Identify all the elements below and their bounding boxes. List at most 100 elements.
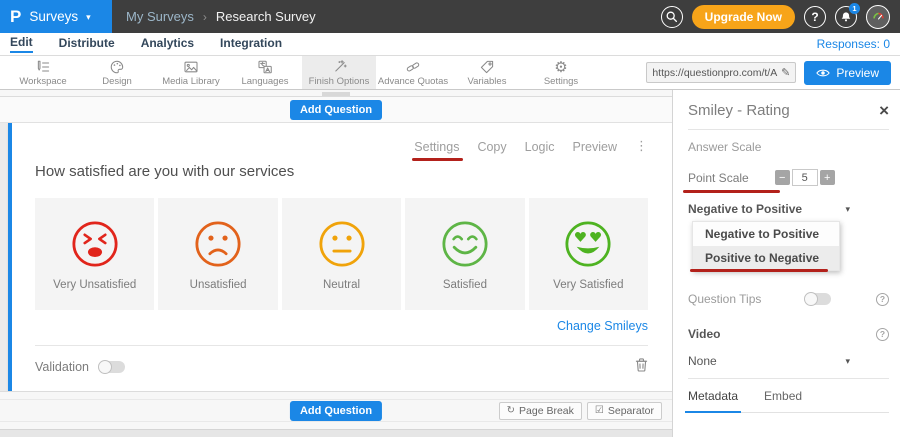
smiley-label: Satisfied (443, 279, 487, 291)
preview-button[interactable]: Preview (804, 61, 891, 85)
question-tab-copy[interactable]: Copy (477, 140, 506, 154)
red-annotation-option (690, 269, 828, 272)
add-question-button-bottom[interactable]: Add Question (290, 401, 382, 421)
notifications-button[interactable]: 1 (835, 6, 857, 28)
editor-toolbar: Workspace Design Media Library Languages… (0, 56, 900, 90)
gauge-icon (871, 9, 886, 24)
product-name: Surveys (29, 9, 78, 24)
smiley-option-unsatisfied[interactable]: Unsatisfied (158, 198, 277, 310)
question-panel: Settings Copy Logic Preview ⋮ How satisf… (8, 123, 672, 391)
divider (688, 378, 889, 379)
breadcrumb-my-surveys[interactable]: My Surveys (126, 9, 194, 24)
tag-icon (479, 59, 495, 75)
separator-button[interactable]: ☑Separator (587, 402, 662, 420)
question-tab-logic[interactable]: Logic (525, 140, 555, 154)
toolbar-label: Advance Quotas (378, 76, 448, 87)
responses-count[interactable]: Responses: 0 (817, 37, 890, 51)
point-scale-row: Point Scale − 5 + (688, 169, 889, 186)
toolbar-label: Media Library (162, 76, 220, 87)
nav-tab-distribute[interactable]: Distribute (59, 36, 115, 52)
smiley-label: Neutral (323, 279, 360, 291)
smiley-option-very-unsatisfied[interactable]: Very Unsatisfied (35, 198, 154, 310)
chevron-down-icon: ▾ (845, 356, 850, 367)
toolbar-workspace[interactable]: Workspace (6, 56, 80, 89)
point-scale-value[interactable]: 5 (792, 169, 818, 186)
toolbar-finish-options[interactable]: Finish Options (302, 56, 376, 89)
nav-tab-analytics[interactable]: Analytics (141, 36, 194, 52)
toolbar-label: Design (102, 76, 132, 87)
chevron-down-icon: ▾ (86, 12, 91, 23)
option-positive-to-negative[interactable]: Positive to Negative (693, 246, 839, 270)
tab-label: Copy (477, 140, 506, 154)
answer-scale-label: Answer Scale (688, 140, 889, 154)
scale-direction-select[interactable]: Negative to Positive ▾ (688, 202, 850, 216)
sidebar-tab-bar: Metadata Embed (688, 389, 889, 413)
toolbar-label: Workspace (19, 76, 66, 87)
product-switcher[interactable]: P Surveys ▾ (0, 0, 112, 33)
edit-url-icon[interactable]: ✎ (781, 66, 790, 79)
toolbar-settings[interactable]: ⚙ Settings (524, 56, 598, 89)
toolbar-design[interactable]: Design (80, 56, 154, 89)
delete-question-button[interactable] (635, 357, 648, 377)
smiley-option-very-satisfied[interactable]: Very Satisfied (529, 198, 648, 310)
question-tips-help-icon[interactable]: ? (876, 293, 889, 306)
magic-wand-icon (331, 59, 347, 75)
tab-label: Preview (573, 140, 617, 154)
question-settings-sidebar: Smiley - Rating × Answer Scale Point Sca… (672, 90, 900, 437)
decrement-button[interactable]: − (775, 170, 790, 185)
add-question-button-top[interactable]: Add Question (290, 100, 382, 120)
survey-url-box: ✎ (646, 62, 796, 83)
toolbar-media-library[interactable]: Media Library (154, 56, 228, 89)
question-title[interactable]: How satisfied are you with our services (35, 163, 648, 180)
close-icon[interactable]: × (879, 102, 889, 119)
toolbar-variables[interactable]: Variables (450, 56, 524, 89)
smiley-option-satisfied[interactable]: Satisfied (405, 198, 524, 310)
red-annotation-point-scale (683, 190, 780, 193)
nav-tab-integration[interactable]: Integration (220, 36, 282, 52)
help-button[interactable]: ? (804, 6, 826, 28)
video-select[interactable]: None ▾ (688, 354, 850, 368)
tab-label: Settings (414, 140, 459, 154)
point-scale-stepper: − 5 + (775, 169, 835, 186)
survey-url-input[interactable] (652, 67, 778, 79)
question-type-title: Smiley - Rating (688, 102, 790, 119)
smiley-label: Unsatisfied (190, 279, 247, 291)
account-avatar[interactable] (866, 5, 890, 29)
smiley-option-neutral[interactable]: Neutral (282, 198, 401, 310)
gear-icon: ⚙ (554, 59, 567, 75)
toolbar-languages[interactable]: Languages (228, 56, 302, 89)
more-options-icon[interactable]: ⋮ (635, 139, 648, 154)
question-tab-settings[interactable]: Settings (414, 140, 459, 154)
validation-label: Validation (35, 360, 89, 374)
unsatisfied-smiley-icon (192, 218, 244, 270)
validation-toggle[interactable] (99, 361, 125, 373)
smiley-scale: Very Unsatisfied Unsatisfied (35, 198, 648, 310)
scale-direction-value: Negative to Positive (688, 202, 802, 216)
tab-metadata[interactable]: Metadata (688, 389, 738, 412)
canvas-bottom-strip (0, 430, 672, 437)
question-tab-preview[interactable]: Preview (573, 140, 617, 154)
page-break-icon: ↻ (507, 405, 515, 416)
separator-label: Separator (608, 405, 654, 417)
toolbar-label: Settings (544, 76, 578, 87)
survey-canvas: Add Question Settings Copy Logic Preview… (0, 90, 672, 437)
breadcrumb-current-survey: Research Survey (216, 9, 316, 24)
change-smileys-link[interactable]: Change Smileys (557, 319, 648, 333)
tab-embed[interactable]: Embed (764, 389, 802, 412)
survey-nav: Edit Distribute Analytics Integration Re… (0, 33, 900, 56)
point-scale-label: Point Scale (688, 171, 749, 185)
upgrade-now-button[interactable]: Upgrade Now (692, 5, 795, 29)
drag-handle[interactable] (322, 92, 350, 96)
nav-tab-edit[interactable]: Edit (10, 35, 33, 53)
questionpro-survey-editor: P Surveys ▾ My Surveys › Research Survey… (0, 0, 900, 437)
video-help-icon[interactable]: ? (876, 328, 889, 341)
option-negative-to-positive[interactable]: Negative to Positive (693, 222, 839, 246)
palette-icon (109, 59, 125, 75)
page-break-button[interactable]: ↻Page Break (499, 402, 582, 420)
top-header: P Surveys ▾ My Surveys › Research Survey… (0, 0, 900, 33)
increment-button[interactable]: + (820, 170, 835, 185)
search-button[interactable] (661, 6, 683, 28)
image-icon (183, 59, 199, 75)
question-tips-toggle[interactable] (805, 293, 831, 305)
toolbar-advance-quotas[interactable]: Advance Quotas (376, 56, 450, 89)
